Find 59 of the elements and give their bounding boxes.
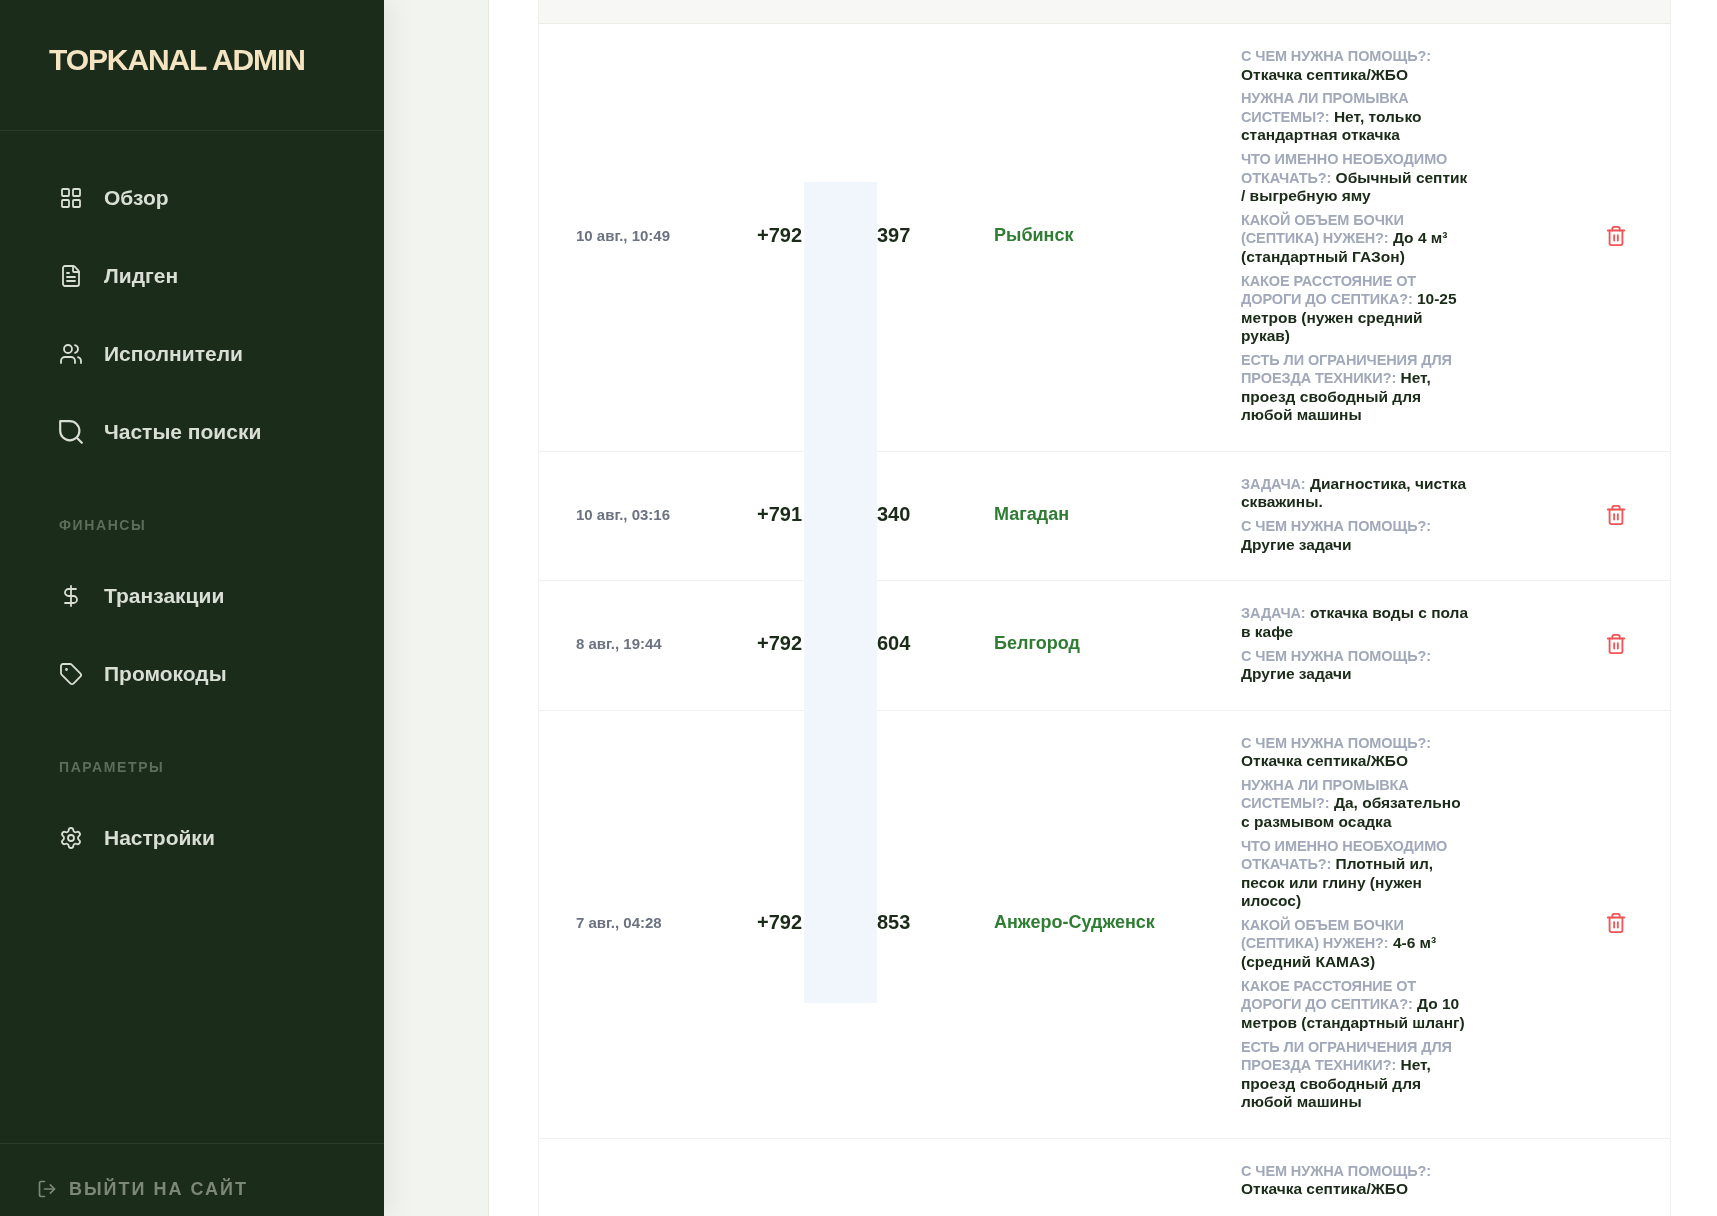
phone-text: 604	[877, 632, 911, 656]
logout-icon	[37, 1179, 57, 1199]
answer-text: ЗАДАЧА: Диагностика, чистка скважины.	[1241, 475, 1468, 512]
phone-text: +792	[757, 224, 803, 247]
answer-text: НУЖНА ЛИ ПРОМЫВКА СИСТЕМЫ?: Нет, только стандартная откачка	[1241, 89, 1423, 145]
phone-text: +792	[757, 632, 803, 655]
trash-icon	[1604, 503, 1627, 526]
phone-text: 340	[877, 503, 911, 527]
users-icon	[59, 342, 83, 366]
section-heading: ФИНАНСЫ	[59, 516, 147, 535]
date-text: 8 авг., 19:44	[576, 635, 662, 653]
city-text: Рыбинск	[994, 225, 1074, 247]
answer-text: КАКОЙ ОБЪЕМ БОЧКИ (СЕПТИКА) НУЖЕН?: 4-6 м³ (средний КАМАЗ)	[1241, 915, 1438, 972]
app-logo: TOPKANAL ADMIN	[49, 43, 305, 77]
phone-text: +791	[757, 503, 803, 526]
grid-icon	[59, 186, 83, 210]
answer-text: ЧТО ИМЕННО НЕОБХОДИМО ОТКАЧАТЬ?: Плотный ил, песок или глину (нужен илосос)	[1241, 836, 1449, 911]
city-text: Белгород	[994, 633, 1080, 655]
phone-text: 397	[877, 224, 911, 248]
answer-text: КАКОЙ ОБЪЕМ БОЧКИ (СЕПТИКА) НУЖЕН?: До 4 м³ (стандартный ГАЗон)	[1241, 210, 1449, 267]
delete-button[interactable]	[1604, 503, 1627, 526]
phone-text: 853	[877, 911, 911, 935]
exit-link[interactable]: ВЫЙТИ НА САЙТ	[37, 1178, 248, 1200]
trash-icon	[1604, 632, 1627, 655]
answer-text: ЧТО ИМЕННО НЕОБХОДИМО ОТКАЧАТЬ?: Обычный септик / выгребную яму	[1241, 150, 1469, 206]
nav-item[interactable]: Транзакции	[59, 581, 225, 611]
city-text: Анжеро-Судженск	[994, 912, 1155, 934]
phone-text: +792	[757, 911, 803, 934]
answer-text: С ЧЕМ НУЖНА ПОМОЩЬ?: Другие задачи	[1241, 646, 1432, 684]
answer-text: КАКОЕ РАССТОЯНИЕ ОТ ДОРОГИ ДО СЕПТИКА?: До 10 метров (стандартный шланг)	[1241, 976, 1466, 1033]
nav-item[interactable]: Исполнители	[59, 339, 243, 369]
delete-button[interactable]	[1604, 911, 1627, 934]
section-heading: ПАРАМЕТРЫ	[59, 758, 165, 777]
nav-item[interactable]: Обзор	[59, 183, 169, 213]
delete-button[interactable]	[1604, 632, 1627, 655]
answer-text: С ЧЕМ НУЖНА ПОМОЩЬ?: Другие задачи	[1241, 517, 1432, 555]
trash-icon	[1604, 225, 1627, 247]
tag-icon	[59, 662, 83, 686]
nav-item[interactable]: Промокоды	[59, 659, 227, 689]
answer-text: КАКОЕ РАССТОЯНИЕ ОТ ДОРОГИ ДО СЕПТИКА?: 10-25 метров (нужен средний рукав)	[1241, 271, 1458, 346]
date-text: 7 авг., 04:28	[576, 914, 662, 932]
answer-text: ЗАДАЧА: откачка воды с пола в кафе	[1241, 604, 1470, 642]
answer-text: С ЧЕМ НУЖНА ПОМОЩЬ?: Откачка септика/ЖБО	[1241, 1161, 1432, 1199]
answer-text: С ЧЕМ НУЖНА ПОМОЩЬ?: Откачка септика/ЖБО	[1241, 733, 1432, 771]
city-text: Магадан	[994, 504, 1070, 526]
date-text: 10 авг., 03:16	[576, 506, 671, 524]
date-text: 10 авг., 10:49	[576, 227, 671, 245]
answer-text: ЕСТЬ ЛИ ОГРАНИЧЕНИЯ ДЛЯ ПРОЕЗДА ТЕХНИКИ?: Нет, проезд свободный для любой машины	[1241, 351, 1453, 425]
answer-text: С ЧЕМ НУЖНА ПОМОЩЬ?: Откачка септика/ЖБО	[1241, 47, 1432, 84]
settings-icon	[59, 826, 83, 850]
nav-item[interactable]: Частые поиски	[59, 417, 262, 447]
nav-item[interactable]: Лидген	[59, 261, 179, 291]
answer-text: НУЖНА ЛИ ПРОМЫВКА СИСТЕМЫ?: Да, обязательно с размывом осадка	[1241, 775, 1462, 832]
nav-item[interactable]: Настройки	[59, 823, 215, 853]
document-icon	[59, 264, 83, 288]
answer-text: ЕСТЬ ЛИ ОГРАНИЧЕНИЯ ДЛЯ ПРОЕЗДА ТЕХНИКИ?: Нет, проезд свободный для любой машины	[1241, 1037, 1453, 1112]
trash-icon	[1604, 911, 1627, 934]
search-icon	[59, 420, 83, 444]
delete-button[interactable]	[1604, 225, 1627, 247]
